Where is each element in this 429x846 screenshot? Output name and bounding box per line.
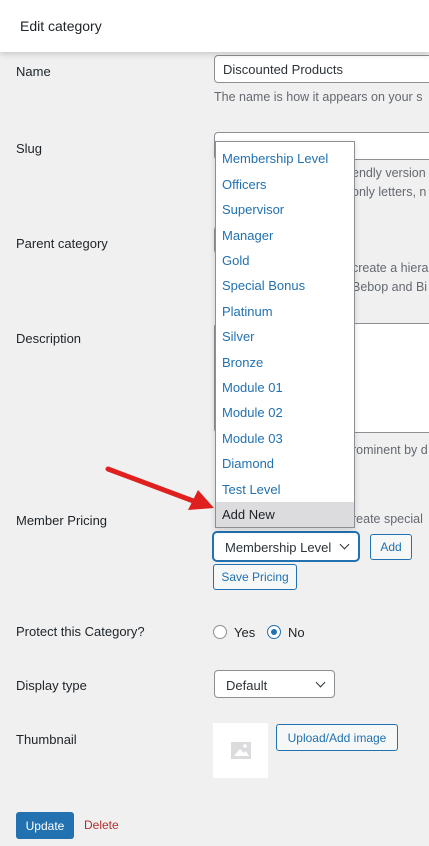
- dropdown-option[interactable]: Diamond: [216, 451, 354, 476]
- update-button[interactable]: Update: [16, 812, 74, 839]
- dropdown-option[interactable]: Special Bonus: [216, 273, 354, 298]
- protect-yes-radio[interactable]: [213, 625, 227, 639]
- name-input[interactable]: Discounted Products: [214, 55, 429, 83]
- dropdown-option[interactable]: Gold: [216, 248, 354, 273]
- slug-description-line2: only letters, n: [352, 185, 427, 199]
- page-title: Edit category: [20, 18, 102, 34]
- dropdown-option[interactable]: Module 02: [216, 400, 354, 425]
- page-header: Edit category: [0, 0, 429, 52]
- dropdown-option[interactable]: Silver: [216, 324, 354, 349]
- dropdown-option[interactable]: Module 01: [216, 375, 354, 400]
- dropdown-option[interactable]: Module 03: [216, 426, 354, 451]
- dropdown-option[interactable]: Platinum: [216, 299, 354, 324]
- description-label: Description: [16, 331, 82, 346]
- name-input-value: Discounted Products: [223, 62, 343, 77]
- slug-description-line1: endly version: [352, 166, 426, 180]
- dropdown-option-add-new[interactable]: Add New: [216, 502, 354, 527]
- protect-yes-label: Yes: [234, 625, 256, 640]
- membership-level-select-value: Membership Level: [225, 540, 332, 555]
- display-type-label: Display type: [16, 678, 87, 693]
- dropdown-option[interactable]: Officers: [216, 172, 354, 197]
- delete-link[interactable]: Delete: [84, 818, 119, 832]
- thumbnail-label: Thumbnail: [16, 732, 77, 747]
- protect-no-label: No: [288, 625, 305, 640]
- description-help: rominent by d: [352, 443, 428, 457]
- chevron-down-icon: [339, 539, 350, 550]
- member-pricing-description: reate special: [352, 512, 423, 526]
- dropdown-option[interactable]: Bronze: [216, 350, 354, 375]
- parent-description-line2: Bebop and Bi: [352, 280, 428, 294]
- name-description: The name is how it appears on your s: [214, 90, 423, 104]
- thumbnail-placeholder: [213, 723, 268, 778]
- dropdown-option[interactable]: Test Level: [216, 477, 354, 502]
- parent-description-line1: create a hiera: [352, 261, 429, 275]
- display-type-select[interactable]: Default: [214, 670, 335, 698]
- dropdown-option[interactable]: Membership Level: [216, 146, 354, 171]
- display-type-value: Default: [226, 678, 268, 693]
- slug-label: Slug: [16, 141, 43, 156]
- parent-category-label: Parent category: [16, 236, 108, 251]
- name-label: Name: [16, 64, 51, 79]
- image-placeholder-icon: [231, 742, 251, 759]
- protect-category-label: Protect this Category?: [16, 624, 145, 639]
- dropdown-option[interactable]: Supervisor: [216, 197, 354, 222]
- membership-level-dropdown[interactable]: Membership Level Officers Supervisor Man…: [215, 141, 355, 528]
- chevron-down-icon: [315, 677, 326, 688]
- protect-no-radio[interactable]: [267, 625, 281, 639]
- add-level-button[interactable]: Add: [370, 534, 412, 560]
- annotation-arrow-icon: [105, 466, 214, 510]
- member-pricing-label: Member Pricing: [16, 513, 108, 528]
- membership-level-select[interactable]: Membership Level: [213, 532, 359, 561]
- upload-image-button[interactable]: Upload/Add image: [276, 724, 398, 751]
- dropdown-option[interactable]: Manager: [216, 223, 354, 248]
- save-pricing-button[interactable]: Save Pricing: [213, 564, 297, 590]
